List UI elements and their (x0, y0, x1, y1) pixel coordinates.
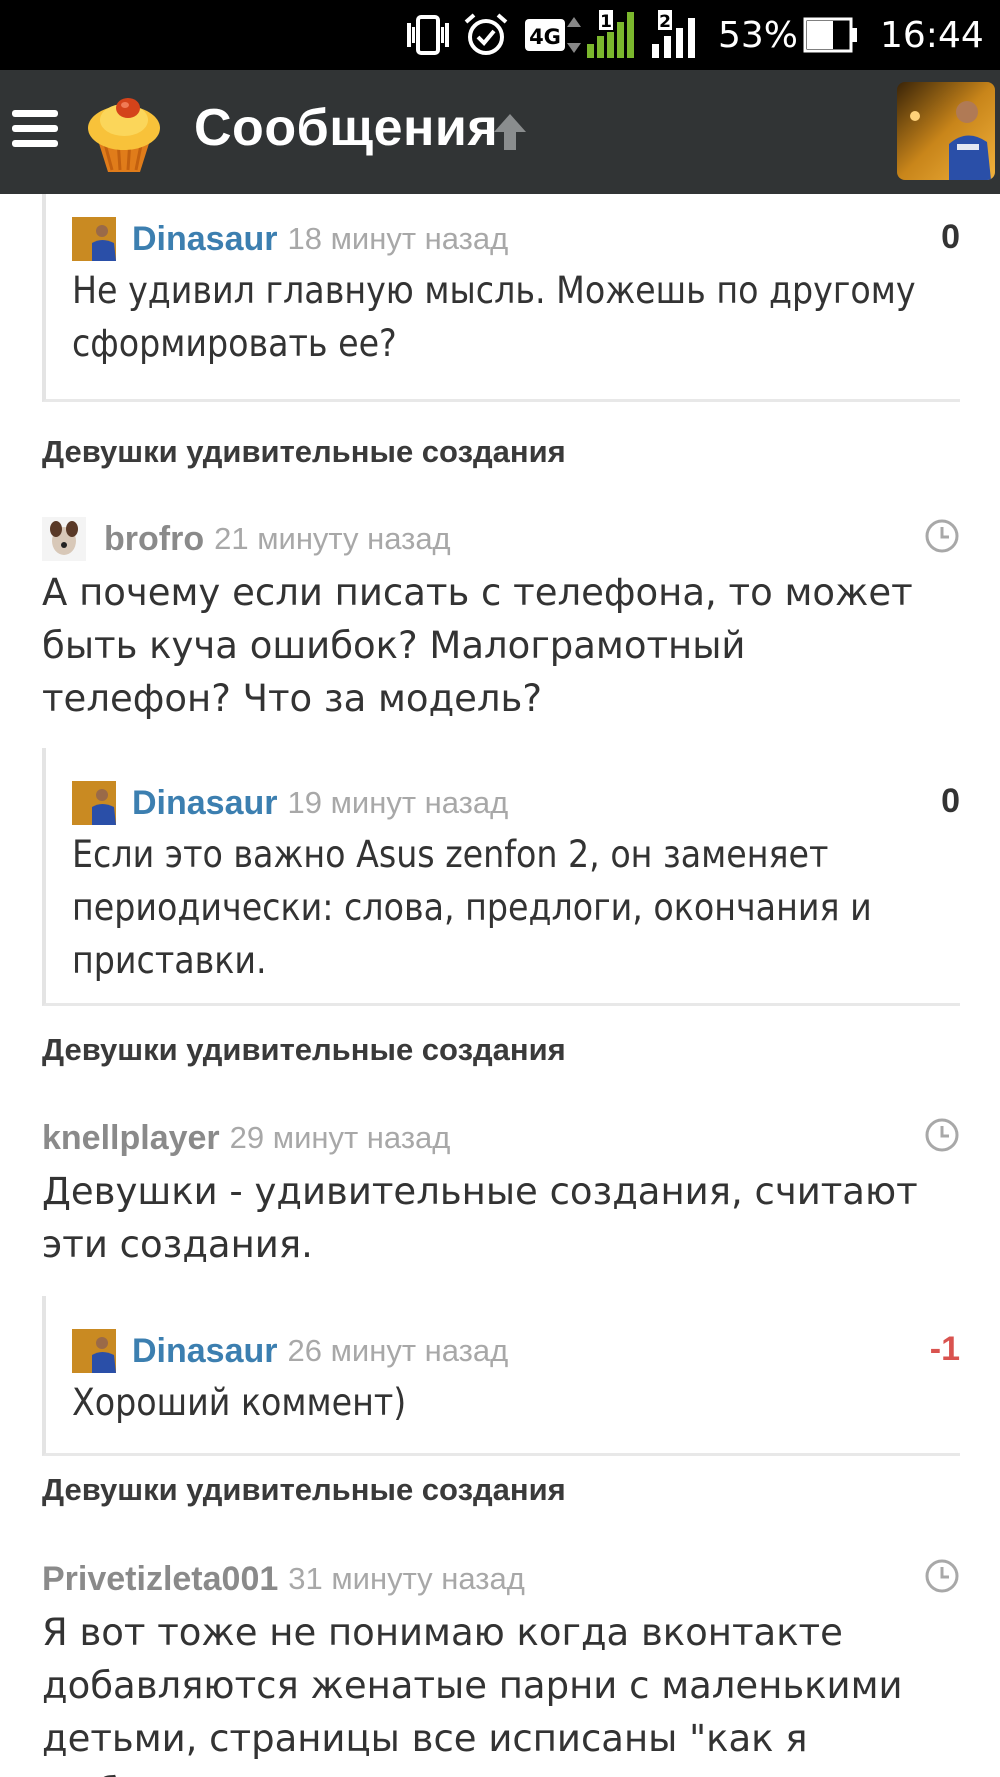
reply-card[interactable]: Dinasaur 19 минут назад 0 Если это важно… (42, 748, 960, 1006)
alarm-icon (462, 0, 514, 70)
dinasaur-avatar-icon[interactable] (72, 217, 116, 261)
comment-text: Я вот тоже не понимаю когда вконтакте до… (42, 1611, 903, 1777)
vibrate-icon (403, 0, 455, 70)
comment-text: Девушки - удивительные создания, считают… (42, 1170, 918, 1266)
scroll-up-arrow-icon[interactable] (488, 110, 532, 154)
status-bar: 4G 1 2 53% 16:44 (0, 0, 1000, 70)
reply-author[interactable]: Dinasaur (132, 784, 278, 823)
comment-card[interactable]: knellplayer 29 минут назад Девушки - уди… (42, 1113, 960, 1266)
network-4g-icon: 4G (525, 0, 585, 70)
comment-time: 21 минуту назад (214, 521, 451, 556)
reply-author[interactable]: Dinasaur (132, 220, 278, 259)
reply-card[interactable]: Dinasaur 18 минут назад 0 Не удивил глав… (42, 194, 960, 402)
post-title-link[interactable]: Девушки удивительные создания (42, 1472, 566, 1508)
dinasaur-avatar-icon[interactable] (72, 1329, 116, 1373)
dinasaur-avatar-icon[interactable] (72, 781, 116, 825)
reply-header: Dinasaur 19 минут назад (72, 780, 508, 826)
messages-feed: Dinasaur 18 минут назад 0 Не удивил глав… (0, 194, 1000, 1777)
reply-score: -1 (929, 1330, 960, 1368)
comment-author[interactable]: Privetizleta001 (42, 1560, 278, 1599)
comment-time: 31 минуту назад (288, 1561, 525, 1596)
reply-time: 18 минут назад (287, 221, 509, 256)
comment-time: 29 минут назад (229, 1120, 451, 1155)
user-avatar[interactable] (897, 82, 995, 180)
clock-time: 16:44 (880, 14, 984, 56)
battery-percent: 53% (718, 14, 799, 56)
post-title-link[interactable]: Девушки удивительные создания (42, 1032, 566, 1068)
reply-header: Dinasaur 26 минут назад (72, 1328, 508, 1374)
comment-text: А почему если писать с телефона, то може… (42, 571, 913, 720)
comment-author[interactable]: knellplayer (42, 1119, 220, 1158)
network-label: 4G (529, 25, 561, 49)
app-bar: Сообщения (0, 70, 1000, 194)
comment-header: Privetizleta001 31 минуту назад (42, 1554, 525, 1604)
reply-text: Не удивил главную мысль. Можешь по друго… (72, 269, 916, 365)
comment-card[interactable]: Privetizleta001 31 минуту назад Я вот то… (42, 1554, 960, 1777)
reply-text: Хороший коммент) (72, 1381, 407, 1424)
battery-icon (803, 0, 859, 70)
comment-card[interactable]: brofro 21 минуту назад А почему если пис… (42, 514, 960, 720)
post-title-link[interactable]: Девушки удивительные создания (42, 434, 566, 470)
sim2-label: 2 (659, 12, 671, 32)
comment-header: brofro 21 минуту назад (42, 514, 451, 564)
clock-icon[interactable] (924, 1558, 960, 1594)
reply-text: Если это важно Asus zenfon 2, он заменяе… (72, 833, 872, 982)
clock-icon[interactable] (924, 518, 960, 554)
brofro-avatar-icon[interactable] (42, 517, 86, 561)
cupcake-logo-icon[interactable] (78, 86, 170, 178)
reply-time: 19 минут назад (287, 785, 509, 820)
comment-author[interactable]: brofro (104, 520, 204, 559)
sim1-label: 1 (600, 12, 612, 32)
reply-score: 0 (941, 218, 960, 256)
reply-card[interactable]: Dinasaur 26 минут назад -1 Хороший комме… (42, 1296, 960, 1456)
reply-time: 26 минут назад (287, 1333, 509, 1368)
page-title: Сообщения (194, 99, 499, 157)
sim2-signal-icon: 2 (650, 0, 706, 70)
reply-header: Dinasaur 18 минут назад (72, 216, 508, 262)
reply-author[interactable]: Dinasaur (132, 1332, 278, 1371)
hamburger-menu-icon[interactable] (12, 110, 58, 152)
sim1-signal-icon: 1 (585, 0, 637, 70)
reply-score: 0 (941, 782, 960, 820)
comment-header: knellplayer 29 минут назад (42, 1113, 450, 1163)
clock-icon[interactable] (924, 1117, 960, 1153)
